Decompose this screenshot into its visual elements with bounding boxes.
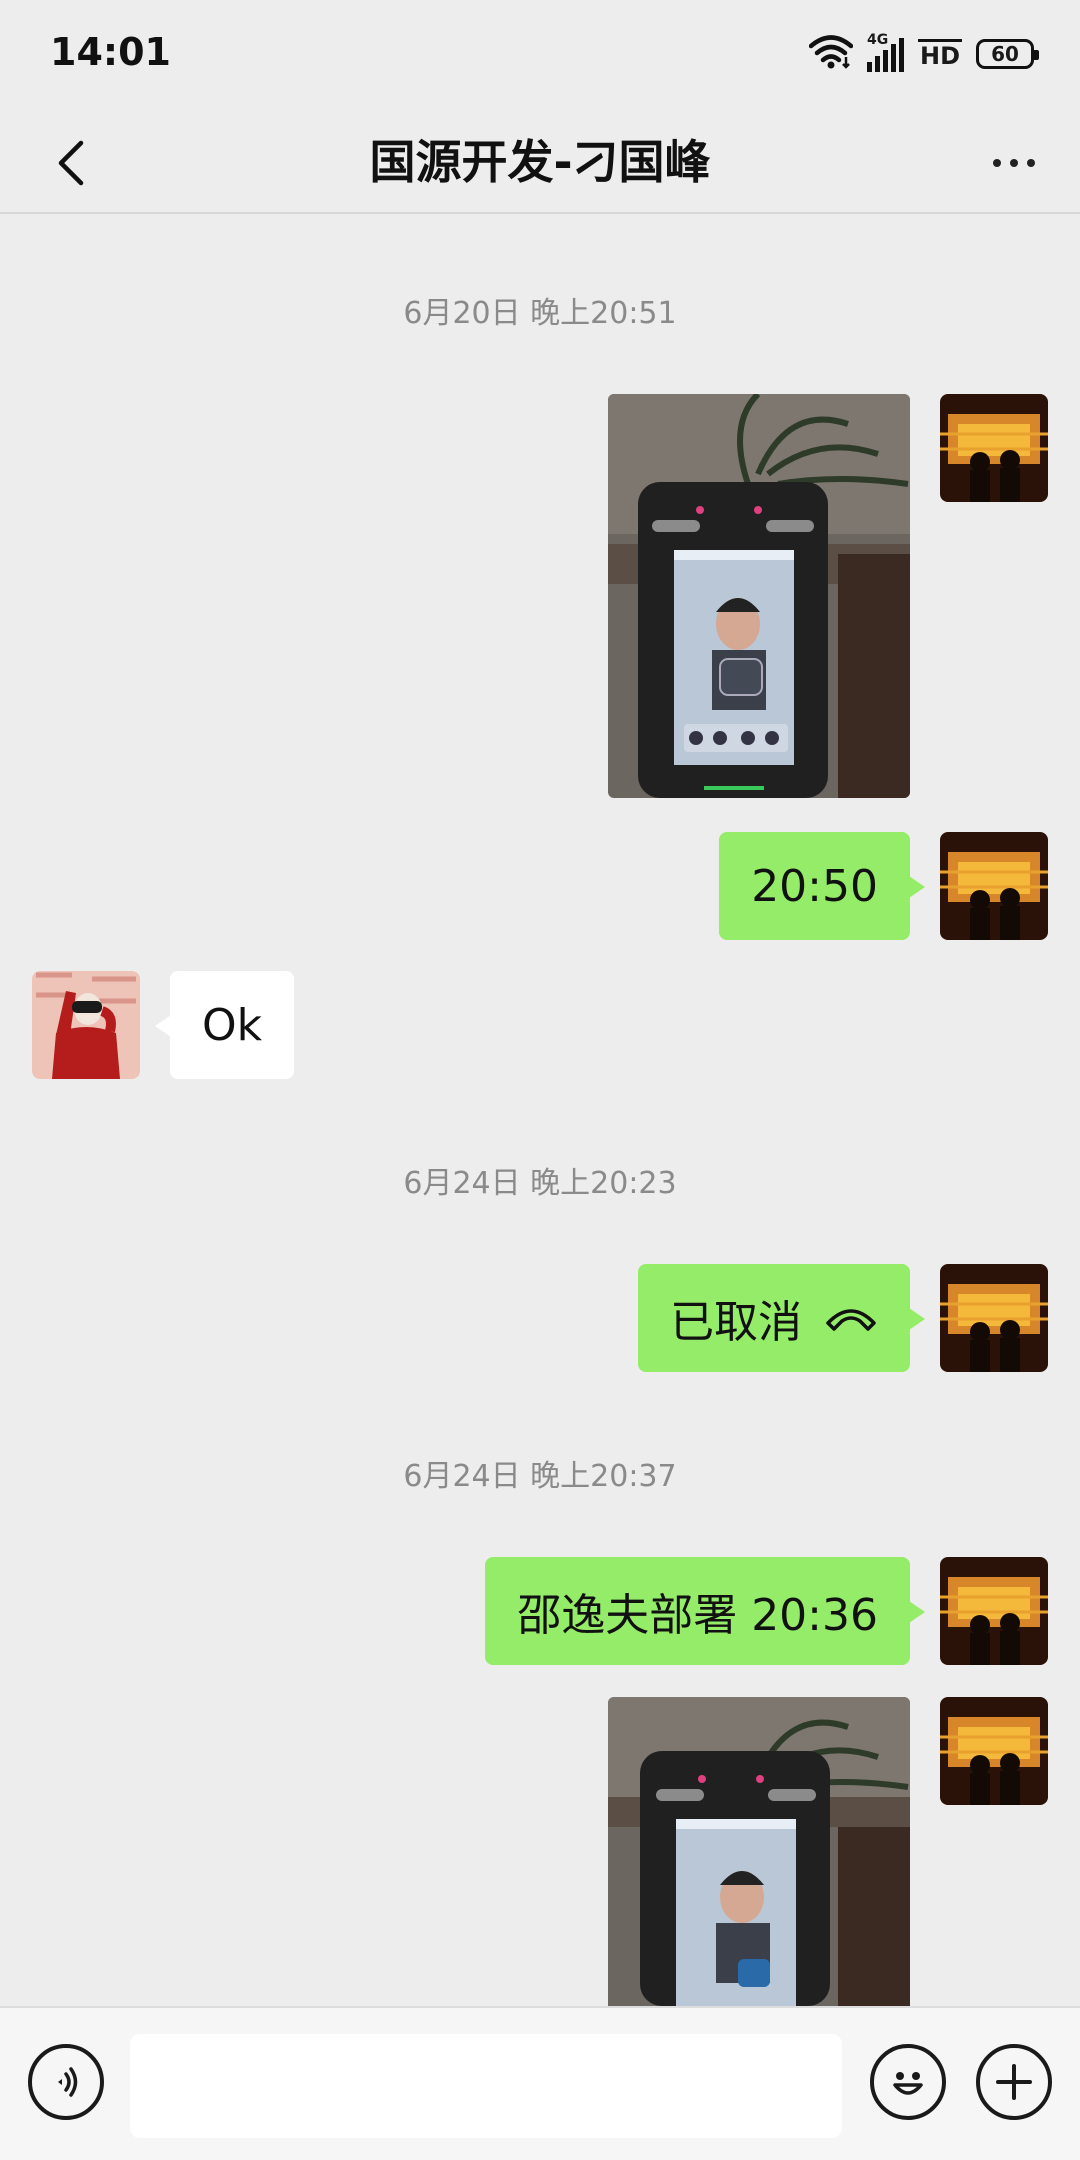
- message-input[interactable]: [130, 2034, 842, 2138]
- message-text: 邵逸夫部署 20:36: [517, 1590, 878, 1641]
- plus-icon: [996, 2064, 1032, 2100]
- my-avatar-image: [940, 1697, 1048, 1805]
- voice-icon: [58, 2067, 78, 2097]
- emoji-button[interactable]: [870, 2044, 946, 2120]
- my-avatar-image: [940, 832, 1048, 940]
- chat-timestamp: 6月24日 晚上20:37: [403, 1459, 677, 1494]
- my-avatar[interactable]: [940, 394, 1048, 502]
- chat-timestamp: 6月24日 晚上20:23: [403, 1166, 677, 1201]
- battery-level: 60: [991, 42, 1019, 66]
- sent-text-bubble[interactable]: 20:50: [719, 832, 925, 940]
- back-button[interactable]: [36, 128, 106, 198]
- battery-icon: 60: [976, 39, 1039, 69]
- my-avatar-image: [940, 1264, 1048, 1372]
- terminal-photo: [608, 394, 910, 798]
- my-avatar[interactable]: [940, 1697, 1048, 1805]
- wifi-icon: [808, 35, 854, 73]
- contact-avatar[interactable]: [32, 971, 140, 1079]
- sent-image-message[interactable]: [608, 394, 910, 798]
- status-bar: 14:01 4G HD 60: [0, 0, 1080, 110]
- my-avatar[interactable]: [940, 1264, 1048, 1372]
- message-text: Ok: [202, 999, 263, 1051]
- chat-header: 国源开发-刁国峰: [0, 110, 1080, 214]
- chat-title: 国源开发-刁国峰: [369, 135, 711, 189]
- hangup-phone-icon: [824, 1303, 878, 1333]
- status-icons: 4G HD 60: [808, 32, 1039, 76]
- more-functions-button[interactable]: [976, 2044, 1052, 2120]
- signal-icon: 4G: [866, 32, 904, 72]
- message-text: 20:50: [751, 860, 878, 912]
- call-status-text: 已取消: [670, 1297, 802, 1348]
- my-avatar[interactable]: [940, 832, 1048, 940]
- chevron-left-icon: [58, 140, 84, 186]
- more-dots-icon: [993, 159, 1001, 167]
- chat-input-bar: [0, 2006, 1080, 2160]
- my-avatar-image: [940, 1557, 1048, 1665]
- status-time: 14:01: [50, 30, 171, 74]
- received-text-bubble[interactable]: Ok: [154, 971, 295, 1079]
- my-avatar-image: [940, 394, 1048, 502]
- network-type: 4G: [866, 32, 889, 48]
- chat-timestamp: 6月20日 晚上20:51: [403, 296, 677, 331]
- sent-image-message[interactable]: [608, 1697, 910, 2006]
- call-record-bubble[interactable]: 已取消: [638, 1264, 925, 1372]
- more-button[interactable]: [974, 128, 1054, 198]
- terminal-photo: [608, 1697, 910, 2006]
- emoji-icon: [893, 2072, 923, 2095]
- my-avatar[interactable]: [940, 1557, 1048, 1665]
- sent-text-bubble[interactable]: 邵逸夫部署 20:36: [485, 1557, 925, 1665]
- contact-avatar-image: [32, 971, 140, 1079]
- voice-button[interactable]: [28, 2044, 104, 2120]
- hd-icon: HD: [917, 38, 962, 70]
